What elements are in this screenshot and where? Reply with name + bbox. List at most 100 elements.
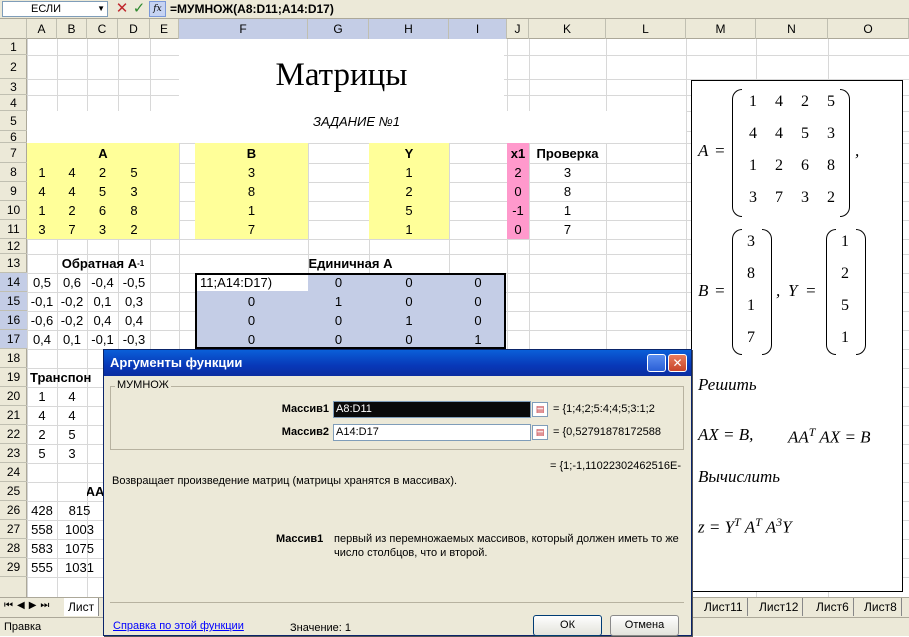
row-header[interactable]: 13 (0, 254, 27, 273)
cell[interactable]: 4 (27, 406, 57, 425)
row-header[interactable]: 26 (0, 501, 27, 520)
row-header[interactable]: 7 (0, 143, 27, 163)
cell[interactable]: -0,1 (27, 292, 57, 311)
cell[interactable]: 1 (529, 201, 606, 220)
cell[interactable]: 428 (27, 501, 57, 520)
cell[interactable]: 0,4 (118, 311, 150, 330)
insert-function-icon[interactable]: fx (149, 1, 166, 17)
cell[interactable]: 4 (57, 182, 87, 201)
cell[interactable]: 8 (529, 182, 606, 201)
cell[interactable]: 3 (57, 444, 87, 463)
name-box[interactable]: ЕСЛИ ▼ (2, 1, 108, 17)
cell[interactable]: 0,5 (27, 273, 57, 292)
cell[interactable]: 2 (57, 201, 87, 220)
tab-sheet[interactable]: Лист8 (860, 598, 902, 616)
collapse-dialog-icon[interactable]: ▤ (532, 402, 548, 417)
cell[interactable]: 5 (27, 444, 57, 463)
formula-input[interactable]: =МУМНОЖ(A8:D11;A14:D17) (170, 0, 334, 19)
cell[interactable]: 3 (118, 182, 150, 201)
column-header[interactable]: D (118, 19, 150, 39)
cell[interactable]: 5 (57, 425, 87, 444)
cell[interactable]: 0 (369, 330, 449, 349)
cell[interactable]: 1 (369, 163, 449, 182)
column-header[interactable]: C (87, 19, 118, 39)
row-header[interactable]: 21 (0, 406, 27, 425)
cell[interactable]: 0 (507, 182, 529, 201)
row-header[interactable]: 5 (0, 111, 27, 131)
cell[interactable]: 1 (195, 201, 308, 220)
cell[interactable]: 7 (57, 220, 87, 239)
cell[interactable]: 0 (369, 292, 449, 311)
row-header[interactable]: 9 (0, 182, 27, 201)
cell[interactable]: 1 (369, 311, 449, 330)
cell[interactable]: 2 (27, 425, 57, 444)
cell[interactable]: 1003 (57, 520, 102, 539)
tab-sheet[interactable]: Лист12 (755, 598, 804, 616)
cell[interactable]: 1 (369, 220, 449, 239)
cell[interactable]: 5 (118, 163, 150, 182)
cell[interactable]: 3 (27, 220, 57, 239)
cell[interactable]: 3 (195, 163, 308, 182)
row-header[interactable]: 17 (0, 330, 27, 349)
tab-sheet[interactable]: Лист6 (812, 598, 854, 616)
row-header[interactable]: 25 (0, 482, 27, 501)
arg2-input[interactable]: A14:D17 (333, 424, 531, 441)
tab-sheet[interactable]: Лист11 (700, 598, 748, 616)
cell[interactable]: 3 (87, 220, 118, 239)
cell[interactable]: 1 (449, 330, 507, 349)
column-header[interactable]: H (369, 19, 449, 39)
cell[interactable]: 0 (308, 311, 369, 330)
column-header[interactable]: I (449, 19, 507, 39)
row-header[interactable]: 6 (0, 130, 27, 144)
cell[interactable]: 0 (195, 311, 308, 330)
help-icon[interactable] (647, 354, 666, 372)
cell[interactable]: 2 (507, 163, 529, 182)
cell[interactable]: 0 (449, 292, 507, 311)
collapse-dialog-icon[interactable]: ▤ (532, 425, 548, 440)
row-header[interactable]: 16 (0, 311, 27, 330)
row-header[interactable]: 8 (0, 163, 27, 182)
cell[interactable]: 815 (57, 501, 102, 520)
row-header[interactable]: 24 (0, 463, 27, 482)
cell[interactable]: 555 (27, 558, 57, 577)
cell[interactable]: 2 (87, 163, 118, 182)
row-header[interactable]: 2 (0, 55, 27, 79)
row-header[interactable]: 20 (0, 387, 27, 406)
row-header[interactable]: 29 (0, 558, 27, 577)
column-header[interactable]: K (529, 19, 606, 39)
cell[interactable]: 7 (529, 220, 606, 239)
select-all-corner[interactable] (0, 19, 27, 39)
row-header[interactable]: 12 (0, 239, 27, 254)
row-header[interactable]: 15 (0, 292, 27, 311)
cell[interactable]: -1 (507, 201, 529, 220)
enter-icon[interactable]: ✓ (131, 0, 147, 18)
cell[interactable]: 0,4 (27, 330, 57, 349)
row-header[interactable]: 14 (0, 273, 27, 292)
cell[interactable]: 0,6 (57, 273, 87, 292)
cell[interactable]: 3 (529, 163, 606, 182)
cell[interactable]: -0,2 (57, 292, 87, 311)
row-header[interactable]: 22 (0, 425, 27, 444)
cell[interactable]: 0 (195, 330, 308, 349)
column-header[interactable]: A (27, 19, 57, 39)
cell[interactable]: 8 (118, 201, 150, 220)
row-header[interactable]: 19 (0, 368, 27, 387)
cell[interactable]: 0 (507, 220, 529, 239)
cell[interactable]: 1031 (57, 558, 102, 577)
cell[interactable]: 583 (27, 539, 57, 558)
cell[interactable]: 558 (27, 520, 57, 539)
column-header[interactable]: O (828, 19, 909, 39)
cell[interactable]: 4 (27, 182, 57, 201)
cell[interactable]: -0,3 (118, 330, 150, 349)
row-header[interactable]: 28 (0, 539, 27, 558)
cancel-button[interactable]: Отмена (610, 615, 679, 636)
cell[interactable]: -0,4 (87, 273, 118, 292)
ok-button[interactable]: ОК (533, 615, 602, 636)
cell[interactable]: 1075 (57, 539, 102, 558)
arg1-input[interactable]: A8:D11 (333, 401, 531, 418)
chevron-down-icon[interactable]: ▼ (97, 3, 105, 15)
column-header[interactable]: J (507, 19, 529, 39)
cell[interactable]: 1 (308, 292, 369, 311)
tab-nav-arrows-icon[interactable]: ⏮◀▶⏭ (4, 600, 53, 611)
column-header[interactable]: E (150, 19, 179, 39)
